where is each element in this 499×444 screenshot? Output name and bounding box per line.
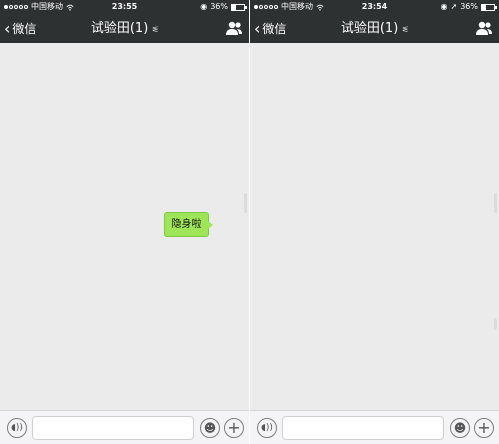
voice-icon: ◖)) (11, 423, 23, 433)
status-bar: 中国移动 23:55 ◉ 36% (0, 0, 249, 14)
chat-message-area[interactable] (250, 43, 499, 410)
bell-mute-icon: ᓬ (152, 25, 159, 34)
scrollbar[interactable] (244, 193, 247, 213)
nav-bar: ‹ 微信 试验田(1) ᓬ (0, 14, 249, 43)
battery-icon (481, 3, 497, 11)
battery-fill (232, 4, 237, 10)
more-button[interactable]: + (224, 418, 244, 438)
input-bar: ◖)) ☻ + (250, 410, 499, 444)
message-bubble-self[interactable]: 隐身啦 (164, 212, 213, 237)
chat-title: 试验田(1) (340, 21, 399, 36)
back-label: 微信 (262, 22, 287, 36)
group-members-icon[interactable] (225, 20, 243, 36)
scrollbar[interactable] (494, 193, 497, 213)
battery-icon (231, 3, 247, 11)
message-input[interactable] (32, 416, 194, 440)
more-button[interactable]: + (474, 418, 494, 438)
nav-bar: ‹ 微信 试验田(1) ᓬ (250, 14, 499, 43)
back-button[interactable]: ‹ 微信 (254, 14, 286, 43)
message-input[interactable] (282, 416, 444, 440)
voice-icon: ◖)) (261, 423, 273, 433)
emoji-button[interactable]: ☻ (200, 418, 220, 438)
rotation-lock-icon: ◉ (200, 2, 208, 11)
location-arrow-icon: ➚ (450, 2, 458, 11)
back-label: 微信 (12, 22, 37, 36)
voice-button[interactable]: ◖)) (257, 418, 277, 438)
emoji-button[interactable]: ☻ (450, 418, 470, 438)
group-members-icon[interactable] (475, 20, 493, 36)
emoji-icon: ☻ (203, 421, 217, 435)
plus-icon: + (477, 418, 491, 437)
scrollbar[interactable] (494, 318, 497, 330)
bell-mute-icon: ᓬ (402, 25, 409, 34)
chat-screen-right: 中国移动 23:54 ◉ ➚ 36% ‹ 微信 试验田(1) ᓬ ◖)) ☻ + (250, 0, 499, 444)
battery-percent: 36% (460, 2, 478, 11)
battery-percent: 36% (210, 2, 228, 11)
voice-button[interactable]: ◖)) (7, 418, 27, 438)
status-right-group: ◉ ➚ 36% (440, 0, 497, 14)
status-right-group: ◉ 36% (200, 0, 247, 14)
chevron-left-icon: ‹ (254, 19, 261, 38)
chat-title-wrap: 试验田(1) ᓬ (0, 14, 249, 43)
back-button[interactable]: ‹ 微信 (4, 14, 36, 43)
input-bar: ◖)) ☻ + (0, 410, 249, 444)
status-bar: 中国移动 23:54 ◉ ➚ 36% (250, 0, 499, 14)
chat-title-wrap: 试验田(1) ᓬ (250, 14, 499, 43)
chevron-left-icon: ‹ (4, 19, 11, 38)
chat-screen-left: 中国移动 23:55 ◉ 36% ‹ 微信 试验田(1) ᓬ 隐身啦 ◖)) ☻… (0, 0, 249, 444)
rotation-lock-icon: ◉ (440, 2, 448, 11)
chat-title: 试验田(1) (90, 21, 149, 36)
emoji-icon: ☻ (453, 421, 467, 435)
battery-fill (482, 4, 487, 10)
plus-icon: + (227, 418, 241, 437)
